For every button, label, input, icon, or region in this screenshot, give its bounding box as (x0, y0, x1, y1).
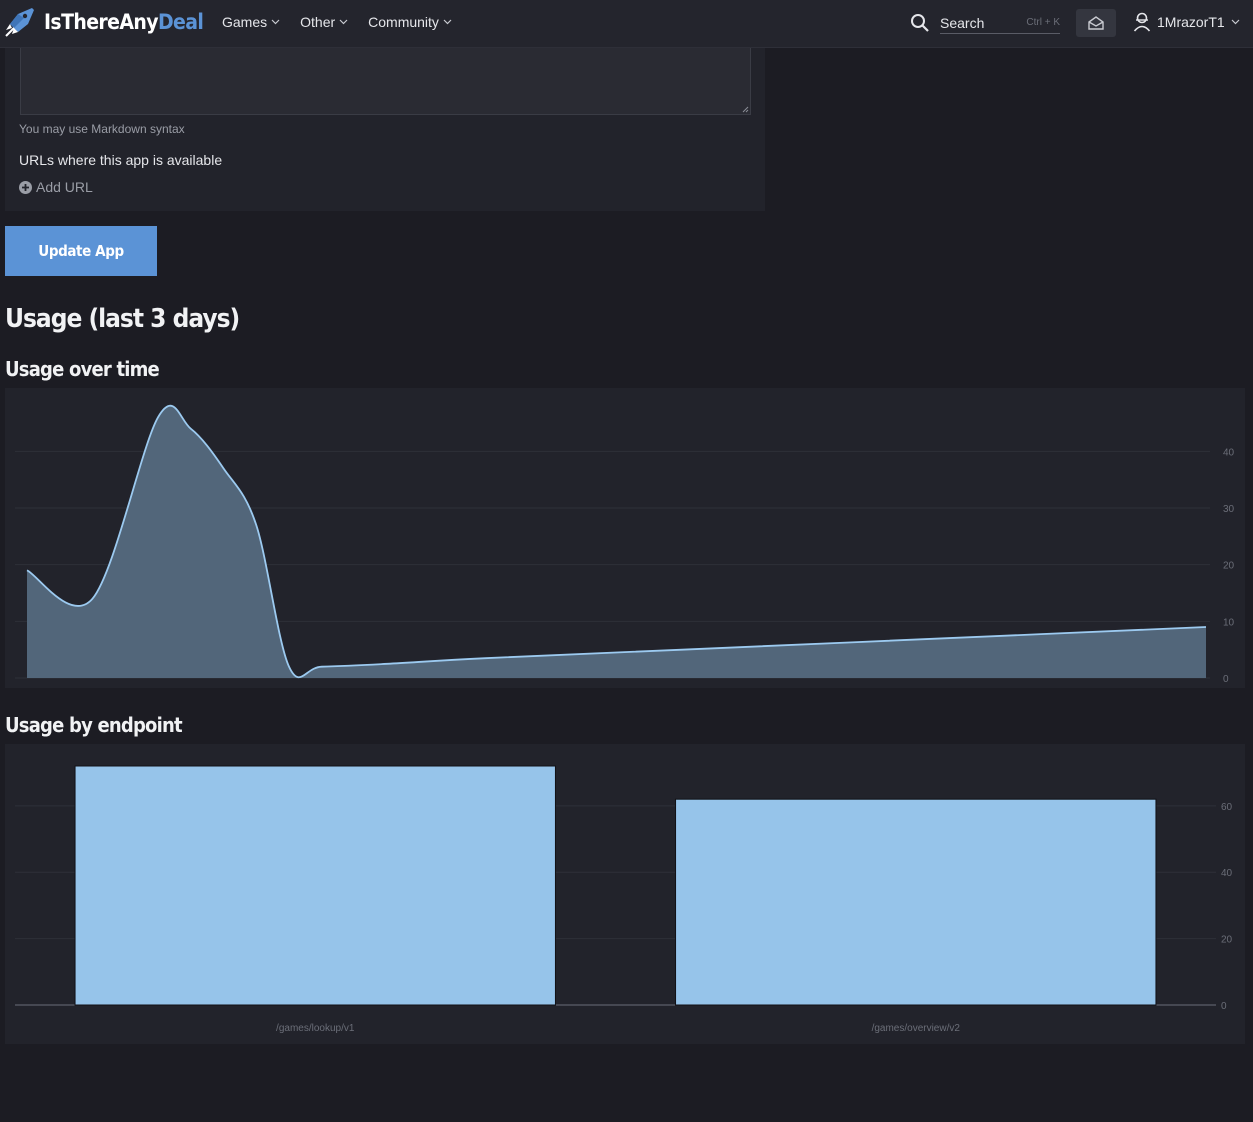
chevron-down-icon (1231, 19, 1240, 25)
y-tick-label: 20 (1223, 561, 1235, 572)
logo-accent-text: Deal (157, 10, 204, 34)
search-placeholder: Search (940, 15, 985, 31)
y-tick-label: 10 (1223, 617, 1235, 628)
top-navigation-bar: IsThereAnyDeal Games Other Community Sea… (0, 0, 1253, 48)
y-tick-label: 40 (1221, 868, 1233, 879)
chevron-down-icon (271, 19, 280, 25)
envelope-open-icon (1088, 16, 1104, 30)
urls-section-label: URLs where this app is available (19, 152, 223, 168)
site-logo[interactable]: IsThereAnyDeal (4, 6, 204, 38)
x-tick-label: /games/lookup/v1 (276, 1023, 355, 1034)
x-tick-label: /games/overview/v2 (872, 1023, 961, 1034)
nav-other-label: Other (300, 14, 336, 30)
usage-by-endpoint-chart-panel: 0 20 40 60/games/lookup/v1/games/overview/v… (5, 744, 1245, 1044)
y-tick-label: 0 (1221, 1001, 1227, 1012)
resize-handle-icon[interactable] (742, 106, 749, 113)
nav-games[interactable]: Games (222, 14, 280, 30)
y-tick-label: 60 (1221, 802, 1233, 813)
search-area[interactable]: Search Ctrl + K (910, 11, 1060, 34)
y-tick-label: 30 (1223, 504, 1235, 515)
y-tick-label: 40 (1223, 447, 1235, 458)
usage-over-time-chart-panel: 0 10 20 30 40 (5, 388, 1245, 688)
nav-games-label: Games (222, 14, 268, 30)
search-input[interactable]: Search Ctrl + K (940, 11, 1060, 34)
chevron-down-icon (339, 19, 348, 25)
usage-by-endpoint-chart: 0 20 40 60/games/lookup/v1/games/overview/v… (15, 765, 1233, 1034)
y-tick-label: 20 (1221, 935, 1233, 946)
notifications-button[interactable] (1076, 9, 1116, 37)
nav-community[interactable]: Community (368, 14, 452, 30)
endpoint-bar (675, 798, 1157, 1006)
usage-heading: Usage (last 3 days) (5, 304, 240, 334)
search-shortcut-hint: Ctrl + K (1026, 17, 1060, 28)
plus-circle-icon (19, 180, 32, 194)
usage-over-time-heading: Usage over time (5, 357, 160, 381)
nav-other[interactable]: Other (300, 14, 348, 30)
main-menu: Games Other Community (222, 14, 452, 30)
user-menu[interactable]: 1MrazorT1 (1133, 12, 1240, 32)
usage-over-time-chart: 0 10 20 30 40 (15, 404, 1235, 685)
user-icon (1133, 12, 1151, 32)
add-url-label: Add URL (36, 179, 93, 195)
endpoint-bar (74, 765, 556, 1006)
username: 1MrazorT1 (1157, 14, 1225, 30)
chevron-down-icon (443, 19, 452, 25)
description-textarea[interactable] (20, 48, 751, 115)
y-tick-label: 0 (1223, 674, 1229, 685)
add-url-button[interactable]: Add URL (19, 179, 93, 195)
usage-area (27, 405, 1206, 678)
nav-community-label: Community (368, 14, 439, 30)
rocket-icon (5, 8, 34, 37)
markdown-hint: You may use Markdown syntax (19, 122, 185, 136)
search-icon (911, 13, 929, 32)
update-app-button[interactable]: Update App (5, 226, 157, 276)
app-settings-form: You may use Markdown syntax URLs where t… (5, 48, 765, 211)
usage-by-endpoint-heading: Usage by endpoint (5, 713, 183, 737)
logo-main-text: IsThereAny (44, 10, 159, 34)
site-logo-text: IsThereAnyDeal (44, 10, 204, 34)
